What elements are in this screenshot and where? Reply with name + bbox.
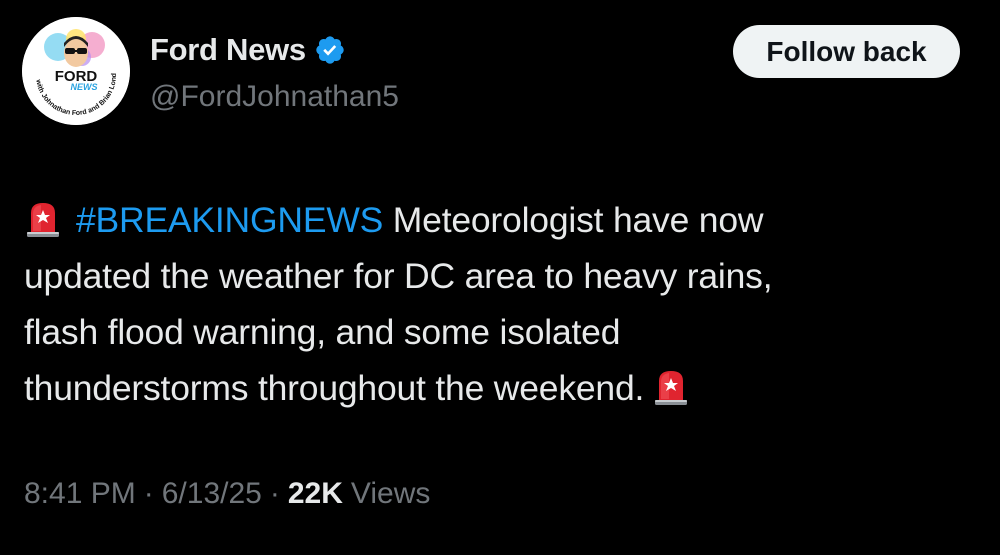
author-display-name[interactable]: Ford News [150,32,306,68]
views-count[interactable]: 22K [288,477,343,511]
follow-back-button[interactable]: Follow back [733,25,960,78]
tweet-date[interactable]: 6/13/25 [162,477,262,511]
meta-separator: · [269,477,280,510]
tweet-line-1: #BREAKINGNEWS Meteorologist have now [24,192,964,248]
police-car-light-icon [24,198,62,237]
ford-news-logo-icon: FORD NEWS with Johnathan Ford and Brian … [22,17,130,125]
tweet-line-4: thunderstorms throughout the weekend. [24,360,964,416]
views-label[interactable]: Views [351,477,430,511]
tweet-line-1-text: Meteorologist have now [383,200,764,240]
tweet-time[interactable]: 8:41 PM [24,477,136,511]
meta-separator: · [143,477,154,510]
hashtag-link[interactable]: #BREAKINGNEWS [76,200,383,240]
tweet-line-2: updated the weather for DC area to heavy… [24,256,773,296]
author-handle[interactable]: @FordJohnathan5 [150,80,399,114]
avatar[interactable]: FORD NEWS with Johnathan Ford and Brian … [22,17,130,125]
logo-sub-text: NEWS [71,82,98,92]
police-car-light-icon [652,366,690,405]
verified-badge-icon[interactable] [314,34,346,66]
tweet-text: #BREAKINGNEWS Meteorologist have now upd… [24,192,964,416]
author-name-row: Ford News [150,30,346,70]
tweet-meta: 8:41 PM · 6/13/25 · 22K Views [24,477,430,511]
tweet-card: FORD NEWS with Johnathan Ford and Brian … [0,0,1000,555]
tweet-line-4-text: thunderstorms throughout the weekend. [24,368,645,408]
tweet-line-3: flash flood warning, and some isolated [24,312,621,352]
